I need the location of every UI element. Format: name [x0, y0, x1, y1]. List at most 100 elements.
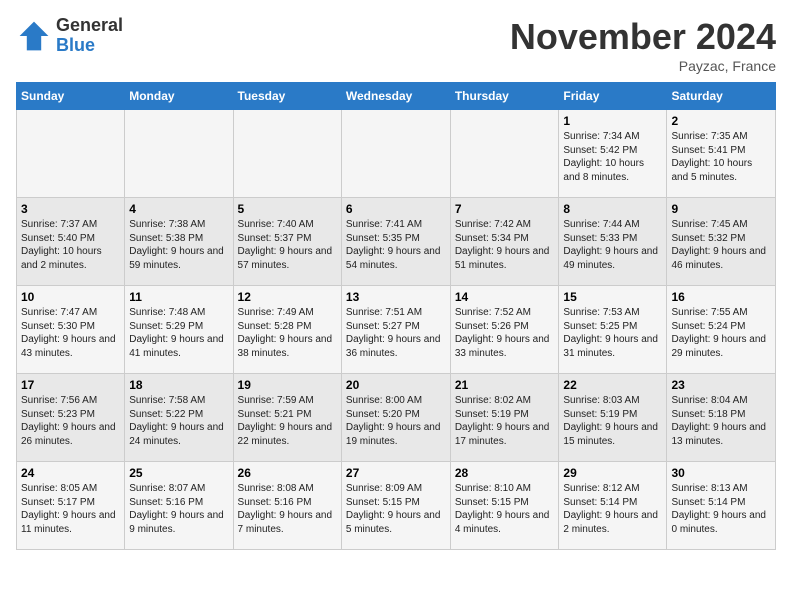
day-info: Sunrise: 8:00 AM: [346, 394, 446, 408]
day-info: Sunset: 5:33 PM: [563, 232, 662, 246]
day-info: Sunrise: 7:35 AM: [671, 130, 771, 144]
calendar-cell: 4Sunrise: 7:38 AMSunset: 5:38 PMDaylight…: [125, 198, 233, 286]
calendar-week-row: 10Sunrise: 7:47 AMSunset: 5:30 PMDayligh…: [17, 286, 776, 374]
day-number: 13: [346, 290, 446, 304]
day-number: 16: [671, 290, 771, 304]
calendar-week-row: 3Sunrise: 7:37 AMSunset: 5:40 PMDaylight…: [17, 198, 776, 286]
calendar-cell: 17Sunrise: 7:56 AMSunset: 5:23 PMDayligh…: [17, 374, 125, 462]
day-info: Sunrise: 7:52 AM: [455, 306, 555, 320]
day-info: Daylight: 9 hours and 0 minutes.: [671, 509, 771, 536]
logo-general: General: [56, 16, 123, 36]
day-info: Sunset: 5:28 PM: [238, 320, 337, 334]
day-number: 4: [129, 202, 228, 216]
weekday-header: Saturday: [667, 83, 776, 110]
calendar-cell: [233, 110, 341, 198]
day-info: Sunset: 5:41 PM: [671, 144, 771, 158]
day-info: Daylight: 9 hours and 49 minutes.: [563, 245, 662, 272]
day-number: 2: [671, 114, 771, 128]
day-info: Sunset: 5:23 PM: [21, 408, 120, 422]
day-number: 28: [455, 466, 555, 480]
day-number: 27: [346, 466, 446, 480]
calendar-cell: 29Sunrise: 8:12 AMSunset: 5:14 PMDayligh…: [559, 462, 667, 550]
day-info: Sunrise: 7:55 AM: [671, 306, 771, 320]
day-info: Sunrise: 7:53 AM: [563, 306, 662, 320]
calendar-cell: [125, 110, 233, 198]
day-info: Daylight: 9 hours and 19 minutes.: [346, 421, 446, 448]
day-number: 10: [21, 290, 120, 304]
calendar-cell: 27Sunrise: 8:09 AMSunset: 5:15 PMDayligh…: [341, 462, 450, 550]
day-number: 24: [21, 466, 120, 480]
day-info: Sunset: 5:27 PM: [346, 320, 446, 334]
calendar-cell: [341, 110, 450, 198]
day-info: Daylight: 9 hours and 59 minutes.: [129, 245, 228, 272]
calendar-cell: 18 Sunrise: 7:58 AMSunset: 5:22 PMDayligh…: [125, 374, 233, 462]
weekday-header: Sunday: [17, 83, 125, 110]
calendar-cell: 25Sunrise: 8:07 AMSunset: 5:16 PMDayligh…: [125, 462, 233, 550]
day-info: Sunset: 5:16 PM: [238, 496, 337, 510]
calendar-cell: 20Sunrise: 8:00 AMSunset: 5:20 PMDayligh…: [341, 374, 450, 462]
day-info: Daylight: 9 hours and 31 minutes.: [563, 333, 662, 360]
day-info: Sunset: 5:29 PM: [129, 320, 228, 334]
day-info: Sunset: 5:37 PM: [238, 232, 337, 246]
calendar-cell: 5Sunrise: 7:40 AMSunset: 5:37 PMDaylight…: [233, 198, 341, 286]
day-number: 7: [455, 202, 555, 216]
calendar-cell: 15Sunrise: 7:53 AMSunset: 5:25 PMDayligh…: [559, 286, 667, 374]
calendar-cell: 9Sunrise: 7:45 AMSunset: 5:32 PMDaylight…: [667, 198, 776, 286]
day-info: Daylight: 9 hours and 51 minutes.: [455, 245, 555, 272]
day-info: Daylight: 10 hours and 2 minutes.: [21, 245, 120, 272]
title-block: November 2024 Payzac, France: [510, 16, 776, 74]
day-info: Sunset: 5:14 PM: [671, 496, 771, 510]
calendar-cell: 14Sunrise: 7:52 AMSunset: 5:26 PMDayligh…: [450, 286, 559, 374]
day-number: 14: [455, 290, 555, 304]
day-number: 19: [238, 378, 337, 392]
calendar-cell: 22Sunrise: 8:03 AMSunset: 5:19 PMDayligh…: [559, 374, 667, 462]
day-info: Sunset: 5:42 PM: [563, 144, 662, 158]
day-info: Sunset: 5:24 PM: [671, 320, 771, 334]
calendar-cell: 11Sunrise: 7:48 AMSunset: 5:29 PMDayligh…: [125, 286, 233, 374]
day-info: Sunrise: 7:41 AM: [346, 218, 446, 232]
day-info: Sunrise: 7:51 AM: [346, 306, 446, 320]
day-info: Daylight: 10 hours and 8 minutes.: [563, 157, 662, 184]
day-info: Daylight: 9 hours and 54 minutes.: [346, 245, 446, 272]
day-info: Daylight: 9 hours and 17 minutes.: [455, 421, 555, 448]
day-info: Sunset: 5:19 PM: [455, 408, 555, 422]
day-info: Sunrise: 8:13 AM: [671, 482, 771, 496]
weekday-header: Wednesday: [341, 83, 450, 110]
day-info: Sunset: 5:22 PM: [129, 408, 228, 422]
day-number: 18: [129, 378, 228, 392]
weekday-header: Monday: [125, 83, 233, 110]
day-info: Sunrise: 8:04 AM: [671, 394, 771, 408]
day-info: Sunrise: 7:45 AM: [671, 218, 771, 232]
calendar-cell: 6Sunrise: 7:41 AMSunset: 5:35 PMDaylight…: [341, 198, 450, 286]
month-title: November 2024: [510, 16, 776, 58]
day-info: Sunset: 5:15 PM: [455, 496, 555, 510]
calendar-cell: 10Sunrise: 7:47 AMSunset: 5:30 PMDayligh…: [17, 286, 125, 374]
calendar-cell: 13 Sunrise: 7:51 AMSunset: 5:27 PMDayligh…: [341, 286, 450, 374]
calendar-cell: 26Sunrise: 8:08 AMSunset: 5:16 PMDayligh…: [233, 462, 341, 550]
day-info: Daylight: 9 hours and 7 minutes.: [238, 509, 337, 536]
location: Payzac, France: [510, 58, 776, 74]
day-number: 1: [563, 114, 662, 128]
day-number: 29: [563, 466, 662, 480]
weekday-row: SundayMondayTuesdayWednesdayThursdayFrid…: [17, 83, 776, 110]
day-info: Daylight: 9 hours and 4 minutes.: [455, 509, 555, 536]
day-info: Daylight: 9 hours and 2 minutes.: [563, 509, 662, 536]
day-info: Sunrise: 7:58 AM: [129, 394, 228, 408]
day-info: Sunset: 5:17 PM: [21, 496, 120, 510]
calendar-cell: 2Sunrise: 7:35 AMSunset: 5:41 PMDaylight…: [667, 110, 776, 198]
day-info: Sunset: 5:14 PM: [563, 496, 662, 510]
day-number: 15: [563, 290, 662, 304]
page-header: General Blue November 2024 Payzac, Franc…: [16, 16, 776, 74]
calendar-cell: 30Sunrise: 8:13 AMSunset: 5:14 PMDayligh…: [667, 462, 776, 550]
day-number: 6: [346, 202, 446, 216]
day-number: 3: [21, 202, 120, 216]
calendar-cell: [17, 110, 125, 198]
day-info: Daylight: 9 hours and 5 minutes.: [346, 509, 446, 536]
day-number: 23: [671, 378, 771, 392]
day-info: Daylight: 9 hours and 15 minutes.: [563, 421, 662, 448]
day-info: Daylight: 9 hours and 36 minutes.: [346, 333, 446, 360]
day-info: Daylight: 9 hours and 41 minutes.: [129, 333, 228, 360]
calendar-cell: 24Sunrise: 8:05 AMSunset: 5:17 PMDayligh…: [17, 462, 125, 550]
day-info: Daylight: 9 hours and 24 minutes.: [129, 421, 228, 448]
day-info: Daylight: 9 hours and 9 minutes.: [129, 509, 228, 536]
